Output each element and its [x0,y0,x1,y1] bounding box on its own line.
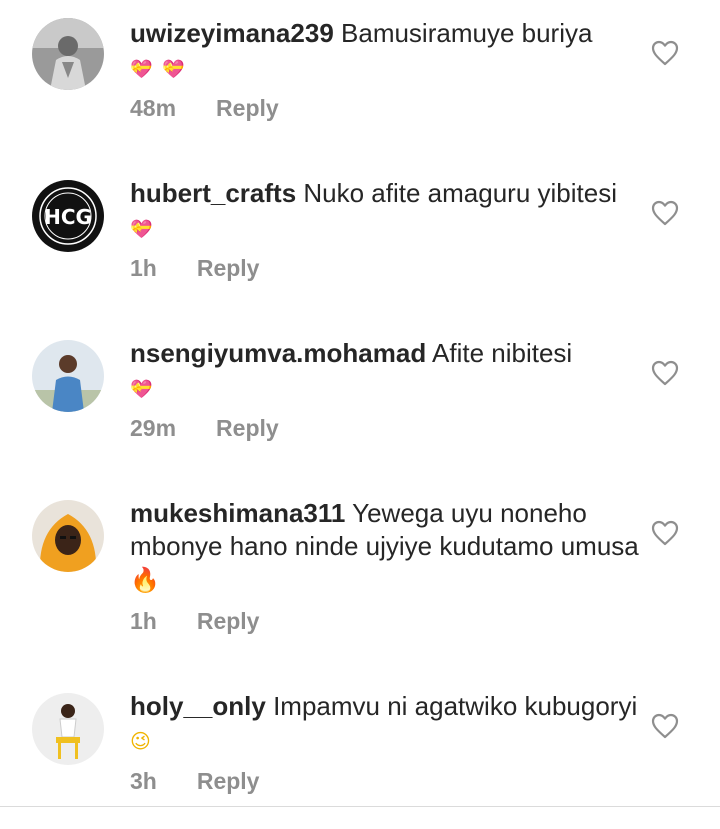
comment-username[interactable]: nsengiyumva.mohamad [130,338,426,368]
reply-button[interactable]: Reply [197,255,260,282]
reply-button[interactable]: Reply [197,608,260,635]
svg-text:HCG: HCG [44,205,92,229]
comment-username[interactable]: mukeshimana311 [130,498,345,528]
comment-text: Impamvu ni agatwiko kubugoryi [273,691,638,721]
comment-emoji: 🔥 [130,566,162,594]
bottom-divider [0,806,720,807]
comment-timestamp: 48m [130,95,177,121]
avatar[interactable] [32,693,104,765]
heart-outline-icon[interactable] [651,360,679,386]
avatar[interactable] [32,340,104,412]
comment-body: holy__only Impamvu ni agatwiko kubugoryi… [130,690,640,758]
comment-text: Bamusiramuye buriya [341,18,593,48]
heart-outline-icon[interactable] [651,713,679,739]
comment-body: mukeshimana311 Yewega uyu noneho mbonye … [130,497,640,597]
comment-emoji: 💝 [130,379,155,400]
avatar[interactable]: HCG [32,180,104,252]
comment-text: Nuko afite amaguru yibitesi [303,178,617,208]
comment-timestamp: 29m [130,415,177,441]
avatar[interactable] [32,500,104,572]
comment-meta: 3h Reply [130,768,259,795]
comment-timestamp: 1h [130,255,157,281]
comment-username[interactable]: holy__only [130,691,266,721]
comment-emoji: 💝 [130,219,155,240]
heart-outline-icon[interactable] [651,200,679,226]
comment-body: nsengiyumva.mohamad Afite nibitesi 💝 [130,337,640,406]
comment-body: hubert_crafts Nuko afite amaguru yibites… [130,177,640,246]
comment-username[interactable]: uwizeyimana239 [130,18,334,48]
comment-timestamp: 3h [130,768,157,794]
comment-text: Afite nibitesi [432,338,573,368]
reply-button[interactable]: Reply [197,768,260,795]
reply-button[interactable]: Reply [216,95,279,122]
heart-outline-icon[interactable] [651,40,679,66]
comment-username[interactable]: hubert_crafts [130,178,296,208]
comment-meta: 1h Reply [130,608,259,635]
avatar[interactable] [32,18,104,90]
comment-meta: 1h Reply [130,255,259,282]
heart-outline-icon[interactable] [651,520,679,546]
comment-meta: 29m Reply [130,415,279,442]
comment-meta: 48m Reply [130,95,279,122]
reply-button[interactable]: Reply [216,415,279,442]
comment-emoji: 💝 💝 [130,59,187,80]
comment-body: uwizeyimana239 Bamusiramuye buriya 💝 💝 [130,17,640,86]
comment-timestamp: 1h [130,608,157,634]
comment-emoji: 😉 [130,729,153,753]
